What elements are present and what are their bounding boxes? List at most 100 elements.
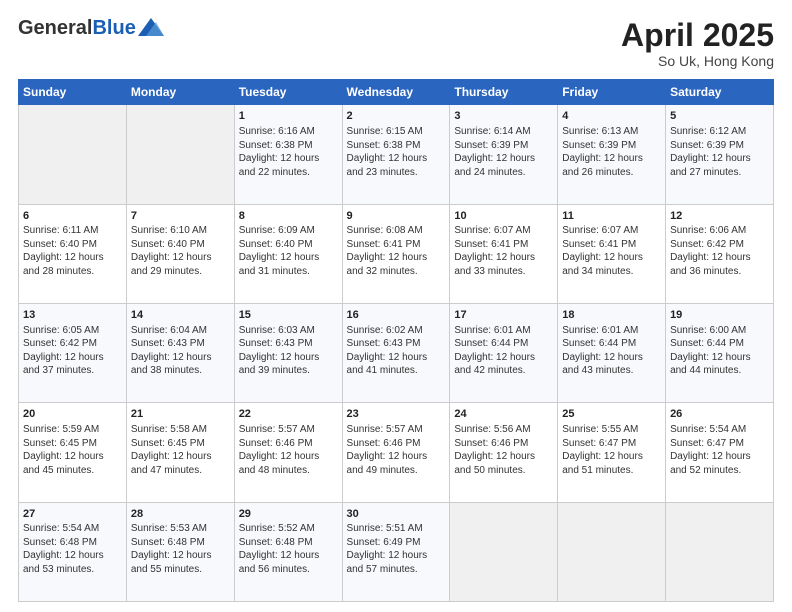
day-number: 3 xyxy=(454,109,553,124)
calendar-week-row: 13Sunrise: 6:05 AM Sunset: 6:42 PM Dayli… xyxy=(19,303,774,402)
calendar-cell: 9Sunrise: 6:08 AM Sunset: 6:41 PM Daylig… xyxy=(342,204,450,303)
day-info: Sunrise: 5:57 AM Sunset: 6:46 PM Dayligh… xyxy=(239,423,338,477)
calendar-title: April 2025 xyxy=(621,18,774,53)
calendar-cell xyxy=(558,502,666,601)
day-header-sunday: Sunday xyxy=(19,80,127,105)
day-info: Sunrise: 5:55 AM Sunset: 6:47 PM Dayligh… xyxy=(562,423,661,477)
calendar-cell: 19Sunrise: 6:00 AM Sunset: 6:44 PM Dayli… xyxy=(666,303,774,402)
day-header-friday: Friday xyxy=(558,80,666,105)
day-number: 27 xyxy=(23,507,122,522)
day-info: Sunrise: 6:04 AM Sunset: 6:43 PM Dayligh… xyxy=(131,324,230,378)
day-number: 18 xyxy=(562,308,661,323)
calendar-cell: 23Sunrise: 5:57 AM Sunset: 6:46 PM Dayli… xyxy=(342,403,450,502)
day-info: Sunrise: 6:16 AM Sunset: 6:38 PM Dayligh… xyxy=(239,125,338,179)
day-info: Sunrise: 6:15 AM Sunset: 6:38 PM Dayligh… xyxy=(347,125,446,179)
calendar-week-row: 1Sunrise: 6:16 AM Sunset: 6:38 PM Daylig… xyxy=(19,105,774,204)
calendar-cell: 20Sunrise: 5:59 AM Sunset: 6:45 PM Dayli… xyxy=(19,403,127,502)
calendar-cell: 6Sunrise: 6:11 AM Sunset: 6:40 PM Daylig… xyxy=(19,204,127,303)
header: GeneralBlue April 2025 So Uk, Hong Kong xyxy=(18,18,774,69)
day-info: Sunrise: 5:52 AM Sunset: 6:48 PM Dayligh… xyxy=(239,522,338,576)
calendar-week-row: 27Sunrise: 5:54 AM Sunset: 6:48 PM Dayli… xyxy=(19,502,774,601)
day-number: 24 xyxy=(454,407,553,422)
day-number: 14 xyxy=(131,308,230,323)
day-header-monday: Monday xyxy=(126,80,234,105)
day-number: 6 xyxy=(23,209,122,224)
day-info: Sunrise: 5:59 AM Sunset: 6:45 PM Dayligh… xyxy=(23,423,122,477)
calendar-cell: 25Sunrise: 5:55 AM Sunset: 6:47 PM Dayli… xyxy=(558,403,666,502)
day-info: Sunrise: 5:56 AM Sunset: 6:46 PM Dayligh… xyxy=(454,423,553,477)
day-info: Sunrise: 6:07 AM Sunset: 6:41 PM Dayligh… xyxy=(454,224,553,278)
day-info: Sunrise: 6:00 AM Sunset: 6:44 PM Dayligh… xyxy=(670,324,769,378)
calendar-cell: 18Sunrise: 6:01 AM Sunset: 6:44 PM Dayli… xyxy=(558,303,666,402)
day-info: Sunrise: 6:05 AM Sunset: 6:42 PM Dayligh… xyxy=(23,324,122,378)
calendar-cell xyxy=(450,502,558,601)
day-info: Sunrise: 6:11 AM Sunset: 6:40 PM Dayligh… xyxy=(23,224,122,278)
calendar-header-row: SundayMondayTuesdayWednesdayThursdayFrid… xyxy=(19,80,774,105)
calendar-cell: 7Sunrise: 6:10 AM Sunset: 6:40 PM Daylig… xyxy=(126,204,234,303)
calendar-cell xyxy=(126,105,234,204)
day-info: Sunrise: 5:53 AM Sunset: 6:48 PM Dayligh… xyxy=(131,522,230,576)
day-info: Sunrise: 5:58 AM Sunset: 6:45 PM Dayligh… xyxy=(131,423,230,477)
day-number: 19 xyxy=(670,308,769,323)
day-number: 10 xyxy=(454,209,553,224)
calendar-cell: 17Sunrise: 6:01 AM Sunset: 6:44 PM Dayli… xyxy=(450,303,558,402)
calendar-cell: 12Sunrise: 6:06 AM Sunset: 6:42 PM Dayli… xyxy=(666,204,774,303)
day-number: 12 xyxy=(670,209,769,224)
calendar-cell: 15Sunrise: 6:03 AM Sunset: 6:43 PM Dayli… xyxy=(234,303,342,402)
calendar-cell: 4Sunrise: 6:13 AM Sunset: 6:39 PM Daylig… xyxy=(558,105,666,204)
calendar-cell: 21Sunrise: 5:58 AM Sunset: 6:45 PM Dayli… xyxy=(126,403,234,502)
day-number: 23 xyxy=(347,407,446,422)
day-info: Sunrise: 6:01 AM Sunset: 6:44 PM Dayligh… xyxy=(454,324,553,378)
day-number: 25 xyxy=(562,407,661,422)
calendar-cell xyxy=(19,105,127,204)
calendar-cell: 8Sunrise: 6:09 AM Sunset: 6:40 PM Daylig… xyxy=(234,204,342,303)
day-number: 7 xyxy=(131,209,230,224)
day-number: 21 xyxy=(131,407,230,422)
day-info: Sunrise: 5:57 AM Sunset: 6:46 PM Dayligh… xyxy=(347,423,446,477)
day-info: Sunrise: 6:08 AM Sunset: 6:41 PM Dayligh… xyxy=(347,224,446,278)
logo-general: General xyxy=(18,17,92,39)
day-number: 15 xyxy=(239,308,338,323)
day-info: Sunrise: 6:14 AM Sunset: 6:39 PM Dayligh… xyxy=(454,125,553,179)
day-number: 28 xyxy=(131,507,230,522)
calendar-cell: 29Sunrise: 5:52 AM Sunset: 6:48 PM Dayli… xyxy=(234,502,342,601)
calendar-cell: 28Sunrise: 5:53 AM Sunset: 6:48 PM Dayli… xyxy=(126,502,234,601)
calendar-cell: 16Sunrise: 6:02 AM Sunset: 6:43 PM Dayli… xyxy=(342,303,450,402)
calendar-cell: 22Sunrise: 5:57 AM Sunset: 6:46 PM Dayli… xyxy=(234,403,342,502)
logo-icon xyxy=(138,18,164,36)
day-header-saturday: Saturday xyxy=(666,80,774,105)
day-number: 22 xyxy=(239,407,338,422)
calendar-cell: 30Sunrise: 5:51 AM Sunset: 6:49 PM Dayli… xyxy=(342,502,450,601)
calendar-table: SundayMondayTuesdayWednesdayThursdayFrid… xyxy=(18,79,774,602)
day-number: 1 xyxy=(239,109,338,124)
day-info: Sunrise: 6:13 AM Sunset: 6:39 PM Dayligh… xyxy=(562,125,661,179)
day-number: 11 xyxy=(562,209,661,224)
calendar-cell: 26Sunrise: 5:54 AM Sunset: 6:47 PM Dayli… xyxy=(666,403,774,502)
day-info: Sunrise: 6:09 AM Sunset: 6:40 PM Dayligh… xyxy=(239,224,338,278)
day-info: Sunrise: 6:01 AM Sunset: 6:44 PM Dayligh… xyxy=(562,324,661,378)
day-number: 30 xyxy=(347,507,446,522)
calendar-cell: 14Sunrise: 6:04 AM Sunset: 6:43 PM Dayli… xyxy=(126,303,234,402)
day-number: 20 xyxy=(23,407,122,422)
day-info: Sunrise: 6:02 AM Sunset: 6:43 PM Dayligh… xyxy=(347,324,446,378)
calendar-cell: 2Sunrise: 6:15 AM Sunset: 6:38 PM Daylig… xyxy=(342,105,450,204)
day-number: 29 xyxy=(239,507,338,522)
calendar-cell: 27Sunrise: 5:54 AM Sunset: 6:48 PM Dayli… xyxy=(19,502,127,601)
day-header-thursday: Thursday xyxy=(450,80,558,105)
calendar-week-row: 20Sunrise: 5:59 AM Sunset: 6:45 PM Dayli… xyxy=(19,403,774,502)
day-info: Sunrise: 5:54 AM Sunset: 6:47 PM Dayligh… xyxy=(670,423,769,477)
title-block: April 2025 So Uk, Hong Kong xyxy=(621,18,774,69)
day-number: 2 xyxy=(347,109,446,124)
calendar-week-row: 6Sunrise: 6:11 AM Sunset: 6:40 PM Daylig… xyxy=(19,204,774,303)
logo: GeneralBlue xyxy=(18,18,164,38)
day-info: Sunrise: 6:12 AM Sunset: 6:39 PM Dayligh… xyxy=(670,125,769,179)
day-info: Sunrise: 6:10 AM Sunset: 6:40 PM Dayligh… xyxy=(131,224,230,278)
day-number: 17 xyxy=(454,308,553,323)
day-info: Sunrise: 5:54 AM Sunset: 6:48 PM Dayligh… xyxy=(23,522,122,576)
calendar-cell xyxy=(666,502,774,601)
day-header-tuesday: Tuesday xyxy=(234,80,342,105)
day-number: 13 xyxy=(23,308,122,323)
calendar-cell: 10Sunrise: 6:07 AM Sunset: 6:41 PM Dayli… xyxy=(450,204,558,303)
day-number: 9 xyxy=(347,209,446,224)
logo-blue: Blue xyxy=(92,17,135,39)
